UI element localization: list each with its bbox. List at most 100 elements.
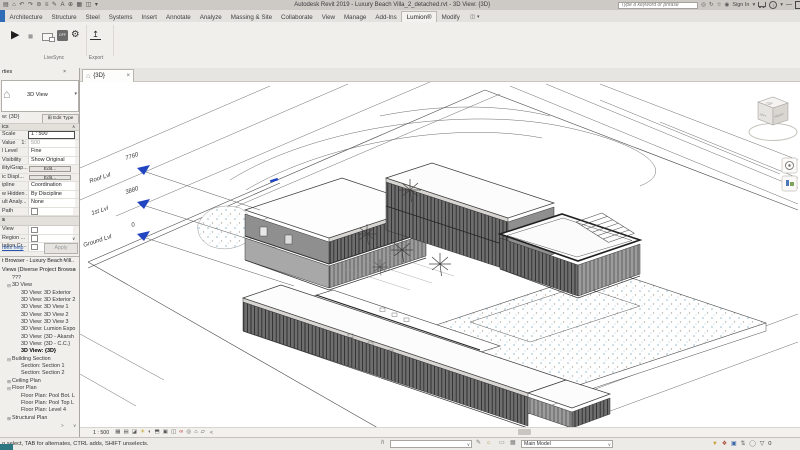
scroll-up-icon[interactable]: ∧ bbox=[73, 267, 76, 273]
help-icon[interactable]: ? bbox=[769, 1, 777, 9]
qat-customize-icon[interactable]: ▾ bbox=[95, 0, 98, 10]
gray-inactive-icon[interactable]: ☼ bbox=[486, 440, 491, 446]
edit-graphics-button[interactable]: Edit... bbox=[29, 175, 71, 181]
worksets-dropdown[interactable]: ∨ bbox=[390, 440, 472, 448]
render-icon[interactable]: ⬒ bbox=[155, 428, 160, 437]
drag-on-selection-icon[interactable]: ◯ bbox=[749, 440, 756, 448]
user-icon[interactable]: ◉ bbox=[725, 0, 730, 10]
edit-type-button[interactable]: ⊞ Edit Type bbox=[42, 114, 79, 124]
scroll-down-icon[interactable]: ∨ bbox=[72, 236, 75, 242]
section-marker[interactable] bbox=[270, 178, 278, 183]
tree-item[interactable]: 3D View: {3D - Akarsh bbox=[0, 334, 76, 341]
tag-icon[interactable]: ✎ bbox=[52, 0, 57, 10]
crop-view-checkbox[interactable] bbox=[31, 227, 38, 234]
temporary-hide-icon[interactable]: ◎ bbox=[186, 428, 191, 437]
detail-level-icon[interactable]: ▦ bbox=[115, 428, 120, 437]
select-pinned-icon[interactable]: ⇅ bbox=[740, 440, 745, 448]
text-icon[interactable]: A bbox=[60, 0, 64, 10]
scroll-up-icon[interactable]: ∧ bbox=[72, 124, 75, 130]
sun-path-checkbox[interactable] bbox=[31, 208, 38, 215]
tree-item[interactable]: 3D View: 3D Exterior 2 bbox=[0, 297, 76, 304]
design-options-icon[interactable]: ▦ bbox=[510, 440, 515, 446]
select-underlay-icon[interactable]: ▣ bbox=[731, 440, 736, 448]
livesync-stop-button[interactable]: ■ bbox=[28, 31, 33, 41]
collapse-icon[interactable]: < bbox=[210, 430, 213, 436]
livesync-monitor-icon[interactable] bbox=[42, 33, 53, 41]
graphics-section-header[interactable]: ics bbox=[0, 123, 79, 131]
tab-analyze[interactable]: Analyze bbox=[195, 12, 226, 23]
export-button[interactable]: ↥ bbox=[90, 30, 101, 40]
worksets-icon[interactable]: h bbox=[381, 440, 384, 446]
tab-lumion[interactable]: Lumion® bbox=[401, 11, 437, 23]
properties-help-link[interactable]: rties help bbox=[2, 245, 24, 251]
browser-root-node[interactable]: Views (Diverse Project Browse bbox=[0, 266, 76, 274]
sign-in-button[interactable]: Sign In bbox=[732, 2, 749, 8]
view-tab-3d[interactable]: ⌂ {3D} × bbox=[82, 69, 134, 82]
chevron-down-icon[interactable]: ▾ bbox=[74, 91, 77, 97]
home-icon[interactable]: ⌂ bbox=[12, 0, 16, 10]
livesync-off-toggle[interactable]: OFF bbox=[57, 30, 68, 41]
editable-only-icon[interactable]: ✎ bbox=[476, 440, 481, 446]
sun-settings-icon[interactable]: ☀ bbox=[140, 428, 145, 437]
view-properties-icon[interactable]: ▱ bbox=[201, 428, 205, 437]
save-icon[interactable]: ▤ bbox=[3, 0, 9, 10]
tree-item[interactable]: ⊞Ceiling Plan bbox=[0, 378, 76, 385]
tree-item[interactable]: Floor Plan: Level 4 bbox=[0, 407, 76, 414]
type-selector[interactable]: ⌂ 3D View ▾ bbox=[1, 80, 79, 112]
tab-modify[interactable]: Modify bbox=[437, 12, 464, 23]
tree-item[interactable]: Section: Section 2 bbox=[0, 370, 76, 377]
tree-item[interactable]: 3D View: 3D Exterior bbox=[0, 290, 76, 297]
tab-architecture[interactable]: Architecture bbox=[5, 12, 47, 23]
tree-item[interactable]: 3D View: 3D View 1 bbox=[0, 304, 76, 311]
close-icon[interactable]: × bbox=[126, 73, 130, 79]
store-cart-icon[interactable] bbox=[758, 2, 766, 7]
search-icon[interactable]: ◎ bbox=[701, 0, 706, 10]
redo-icon[interactable]: ↷ bbox=[28, 0, 33, 10]
scroll-down-icon[interactable]: ∨ bbox=[73, 423, 76, 429]
undo-icon[interactable]: ↶ bbox=[19, 0, 24, 10]
tab-add-ins[interactable]: Add-Ins bbox=[371, 12, 401, 23]
settings-gear-icon[interactable]: ⚙ bbox=[71, 29, 80, 41]
tree-item[interactable]: Section: Section 1 bbox=[0, 363, 76, 370]
search-input[interactable] bbox=[618, 2, 698, 9]
tab-massing-site[interactable]: Massing & Site bbox=[226, 12, 276, 23]
tree-item[interactable]: 3D View: 3D View 3 bbox=[0, 319, 76, 326]
close-icon[interactable]: × bbox=[63, 258, 66, 264]
help-dropdown-icon[interactable]: ▾ bbox=[780, 0, 783, 10]
extents-section-header[interactable]: s bbox=[0, 216, 79, 226]
sync-icon[interactable]: ↻ bbox=[709, 0, 714, 10]
show-crop-icon[interactable]: ◫ bbox=[171, 428, 176, 437]
tree-item[interactable]: 3D View: Lumion Expo bbox=[0, 326, 76, 333]
design-option-dropdown[interactable]: Main Model ∨ bbox=[521, 440, 613, 448]
scale-control[interactable]: 1 : 500 bbox=[93, 430, 109, 436]
horizontal-scrollbar-thumb[interactable] bbox=[518, 429, 531, 435]
restore-button[interactable] bbox=[795, 1, 800, 9]
tab-structure[interactable]: Structure bbox=[47, 12, 81, 23]
tree-item-active-view[interactable]: 3D View: {3D} bbox=[0, 348, 76, 355]
filter-icon[interactable]: ▽ bbox=[760, 440, 764, 448]
thin-lines-icon[interactable]: ◫ bbox=[86, 0, 92, 10]
shadows-icon[interactable]: ◐ bbox=[148, 428, 151, 437]
exclude-options-icon[interactable]: ▼ bbox=[712, 440, 718, 448]
scroll-right-icon[interactable]: > bbox=[61, 423, 64, 428]
tab-steel[interactable]: Steel bbox=[81, 12, 104, 23]
ribbon-minimize-toggle[interactable]: ◫ ▾ bbox=[470, 14, 479, 22]
crop-view-icon[interactable]: ▣ bbox=[163, 428, 168, 437]
annotation-crop-checkbox[interactable] bbox=[31, 244, 38, 251]
tree-item[interactable]: ⊟Floor Plan bbox=[0, 385, 76, 392]
tree-item[interactable]: ⊟Building Section bbox=[0, 356, 76, 363]
dropdown-icon[interactable]: ▾ bbox=[752, 0, 755, 10]
visual-style-icon[interactable]: ▤ bbox=[124, 428, 129, 437]
section-icon[interactable]: ▦ bbox=[76, 0, 82, 10]
reveal-hidden-icon[interactable]: ∞ bbox=[179, 428, 183, 437]
sun-path-icon[interactable]: ◪ bbox=[132, 428, 137, 437]
zoom-button[interactable] bbox=[782, 176, 797, 191]
tree-item[interactable]: ??? bbox=[0, 275, 76, 282]
tab-systems[interactable]: Systems bbox=[104, 12, 137, 23]
edit-visibility-button[interactable]: Edit... bbox=[29, 166, 71, 172]
scale-value-field[interactable]: 1 : 500 bbox=[28, 131, 75, 139]
3d-view-icon[interactable]: ⊕ bbox=[68, 0, 73, 10]
minimize-button[interactable]: — bbox=[786, 2, 792, 8]
edit-in-place-icon[interactable]: ❖ bbox=[722, 440, 727, 448]
tree-item[interactable]: 3D View: 3D View 2 bbox=[0, 312, 76, 319]
